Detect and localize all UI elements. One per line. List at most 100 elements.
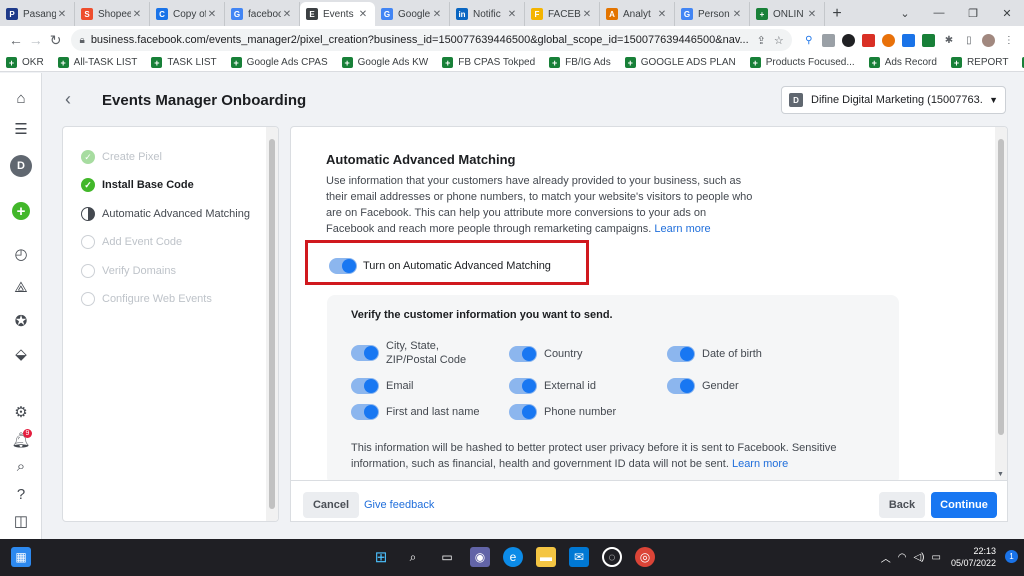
learn-more-link[interactable]: Learn more xyxy=(654,223,710,235)
star-icon[interactable]: ☆ xyxy=(774,34,784,47)
hamburger-menu-icon[interactable]: ☰ xyxy=(10,118,32,140)
option-name[interactable]: First and last name xyxy=(351,404,480,420)
tab-close-icon[interactable]: ✕ xyxy=(206,9,218,20)
wifi-icon[interactable]: ◠ xyxy=(898,552,907,563)
back-button[interactable]: Back xyxy=(879,492,925,518)
system-clock[interactable]: 22:13 05/07/2022 xyxy=(951,545,996,569)
browser-tab[interactable]: G Person ✕ xyxy=(675,2,750,26)
browser-tab[interactable]: C Copy of ✕ xyxy=(150,2,225,26)
edge-browser-icon[interactable]: e xyxy=(503,547,523,567)
continue-button[interactable]: Continue xyxy=(931,492,997,518)
bookmark-item[interactable]: + Products Focused... xyxy=(749,57,855,68)
app-circle-icon[interactable]: ◌ xyxy=(602,547,622,567)
settings-gear-icon[interactable]: ⚙ xyxy=(10,401,32,423)
battery-icon[interactable]: ▭ xyxy=(932,552,941,563)
browser-tab[interactable]: + ONLIN ✕ xyxy=(750,2,825,26)
extensions-puzzle-icon[interactable]: ✱ xyxy=(940,30,958,50)
tab-close-icon[interactable]: ✕ xyxy=(656,9,668,20)
bookmark-item[interactable]: + Google Ads KW xyxy=(341,57,428,68)
bookmark-item[interactable]: + Ads Record xyxy=(868,57,937,68)
tab-search-icon[interactable]: ⌄ xyxy=(888,0,922,26)
aam-main-toggle-row[interactable]: Turn on Automatic Advanced Matching xyxy=(329,258,551,274)
toggle-dob[interactable] xyxy=(667,346,695,362)
back-chevron-icon[interactable]: ‹ xyxy=(65,89,71,110)
chat-icon[interactable]: ◉ xyxy=(470,547,490,567)
notifications-bell-icon[interactable]: 🔔︎ 9 xyxy=(10,429,32,451)
content-scrollbar[interactable]: ▼ xyxy=(995,127,1007,480)
extension-link-icon[interactable]: ⚲ xyxy=(800,30,818,50)
reports-panel-icon[interactable]: ◫ xyxy=(10,510,32,532)
help-icon[interactable]: ? xyxy=(10,483,32,505)
create-plus-icon[interactable]: + xyxy=(10,200,32,222)
scroll-down-icon[interactable]: ▼ xyxy=(997,471,1004,478)
address-bar[interactable]: 🔒︎ business.facebook.com/events_manager2… xyxy=(71,29,792,51)
start-windows-icon[interactable]: ⊞ xyxy=(371,547,391,567)
search-icon[interactable]: ⌕ xyxy=(10,455,32,477)
browser-tab[interactable]: in Notific ✕ xyxy=(450,2,525,26)
close-window-icon[interactable]: ✕ xyxy=(990,0,1024,26)
bookmark-item[interactable]: + Google Ads CPAS xyxy=(230,57,328,68)
bookmark-item[interactable]: + FB/IG Ads xyxy=(549,57,611,68)
option-country[interactable]: Country xyxy=(509,346,583,362)
cancel-button[interactable]: Cancel xyxy=(303,492,359,518)
browser-tab[interactable]: A Analyt ✕ xyxy=(600,2,675,26)
tab-close-icon[interactable]: ✕ xyxy=(731,9,743,20)
toggle-external-id[interactable] xyxy=(509,378,537,394)
toggle-gender[interactable] xyxy=(667,378,695,394)
tab-close-icon[interactable]: ✕ xyxy=(806,9,818,20)
extension-green-icon[interactable] xyxy=(920,30,938,50)
toggle-city[interactable] xyxy=(351,345,379,361)
new-tab-button[interactable]: + xyxy=(825,2,849,26)
browser-tab[interactable]: P Pasang ✕ xyxy=(0,2,75,26)
toggle-name[interactable] xyxy=(351,404,379,420)
onboarding-step[interactable]: Verify Domains xyxy=(81,263,176,279)
aam-main-toggle[interactable] xyxy=(329,258,357,274)
business-account-select[interactable]: D Difine Digital Marketing (15007763... … xyxy=(781,86,1006,114)
bookmark-item[interactable]: + All-TASK LIST xyxy=(57,57,137,68)
volume-icon[interactable]: ◁) xyxy=(913,552,924,563)
forward-arrow-icon[interactable]: → xyxy=(26,29,46,51)
bookmark-item[interactable]: + GOOGLE ADS PLAN xyxy=(624,57,736,68)
lock-icon[interactable]: 🔒︎ xyxy=(79,35,84,46)
handshake-icon[interactable]: ⬙ xyxy=(10,343,32,365)
mail-icon[interactable]: ✉ xyxy=(569,547,589,567)
extension-red-icon[interactable] xyxy=(860,30,878,50)
onboarding-step[interactable]: Configure Web Events xyxy=(81,291,212,307)
option-email[interactable]: Email xyxy=(351,378,414,394)
toggle-phone[interactable] xyxy=(509,404,537,420)
tab-close-icon[interactable]: ✕ xyxy=(281,9,293,20)
give-feedback-link[interactable]: Give feedback xyxy=(364,499,434,511)
browser-tab[interactable]: F FACEB ✕ xyxy=(525,2,600,26)
dashboard-gauge-icon[interactable]: ◴ xyxy=(10,243,32,265)
onboarding-step[interactable]: ✓ Install Base Code xyxy=(81,177,194,193)
account-avatar[interactable]: D xyxy=(10,155,32,177)
chrome-icon[interactable]: ◎ xyxy=(635,547,655,567)
restore-icon[interactable]: ❐ xyxy=(956,0,990,26)
tab-close-icon[interactable]: ✕ xyxy=(581,9,593,20)
bookmark-item[interactable]: + REPORT xyxy=(950,57,1008,68)
extension-dark-icon[interactable] xyxy=(840,30,858,50)
toggle-country[interactable] xyxy=(509,346,537,362)
tab-close-icon[interactable]: ✕ xyxy=(431,9,443,20)
onboarding-step[interactable]: Automatic Advanced Matching xyxy=(81,206,250,222)
option-dob[interactable]: Date of birth xyxy=(667,346,762,362)
browser-tab[interactable]: Gfacebook✕ xyxy=(225,2,300,26)
tray-chevron-icon[interactable]: ︿ xyxy=(881,550,891,565)
minimize-icon[interactable]: — xyxy=(922,0,956,26)
tab-close-icon[interactable]: ✕ xyxy=(357,9,369,20)
back-arrow-icon[interactable]: ← xyxy=(6,29,26,51)
profile-avatar-icon[interactable] xyxy=(980,30,998,50)
bookmark-item[interactable]: + OKR xyxy=(6,57,44,68)
option-gender[interactable]: Gender xyxy=(667,378,739,394)
bookmark-item[interactable]: + FB CPAS Tokped xyxy=(442,57,535,68)
onboarding-step[interactable]: ✓ Create Pixel xyxy=(81,149,162,165)
side-panel-icon[interactable]: ▯ xyxy=(960,30,978,50)
tab-close-icon[interactable]: ✕ xyxy=(131,9,143,20)
menu-kebab-icon[interactable]: ⋮ xyxy=(1000,30,1018,50)
steps-scrollbar[interactable] xyxy=(266,127,278,521)
file-explorer-icon[interactable]: ▬ xyxy=(536,547,556,567)
extension-color-icon[interactable] xyxy=(880,30,898,50)
network-nodes-icon[interactable]: ⟁ xyxy=(10,276,32,298)
star-circle-icon[interactable]: ✪ xyxy=(10,310,32,332)
windows-widgets-icon[interactable]: ▦ xyxy=(11,547,31,567)
